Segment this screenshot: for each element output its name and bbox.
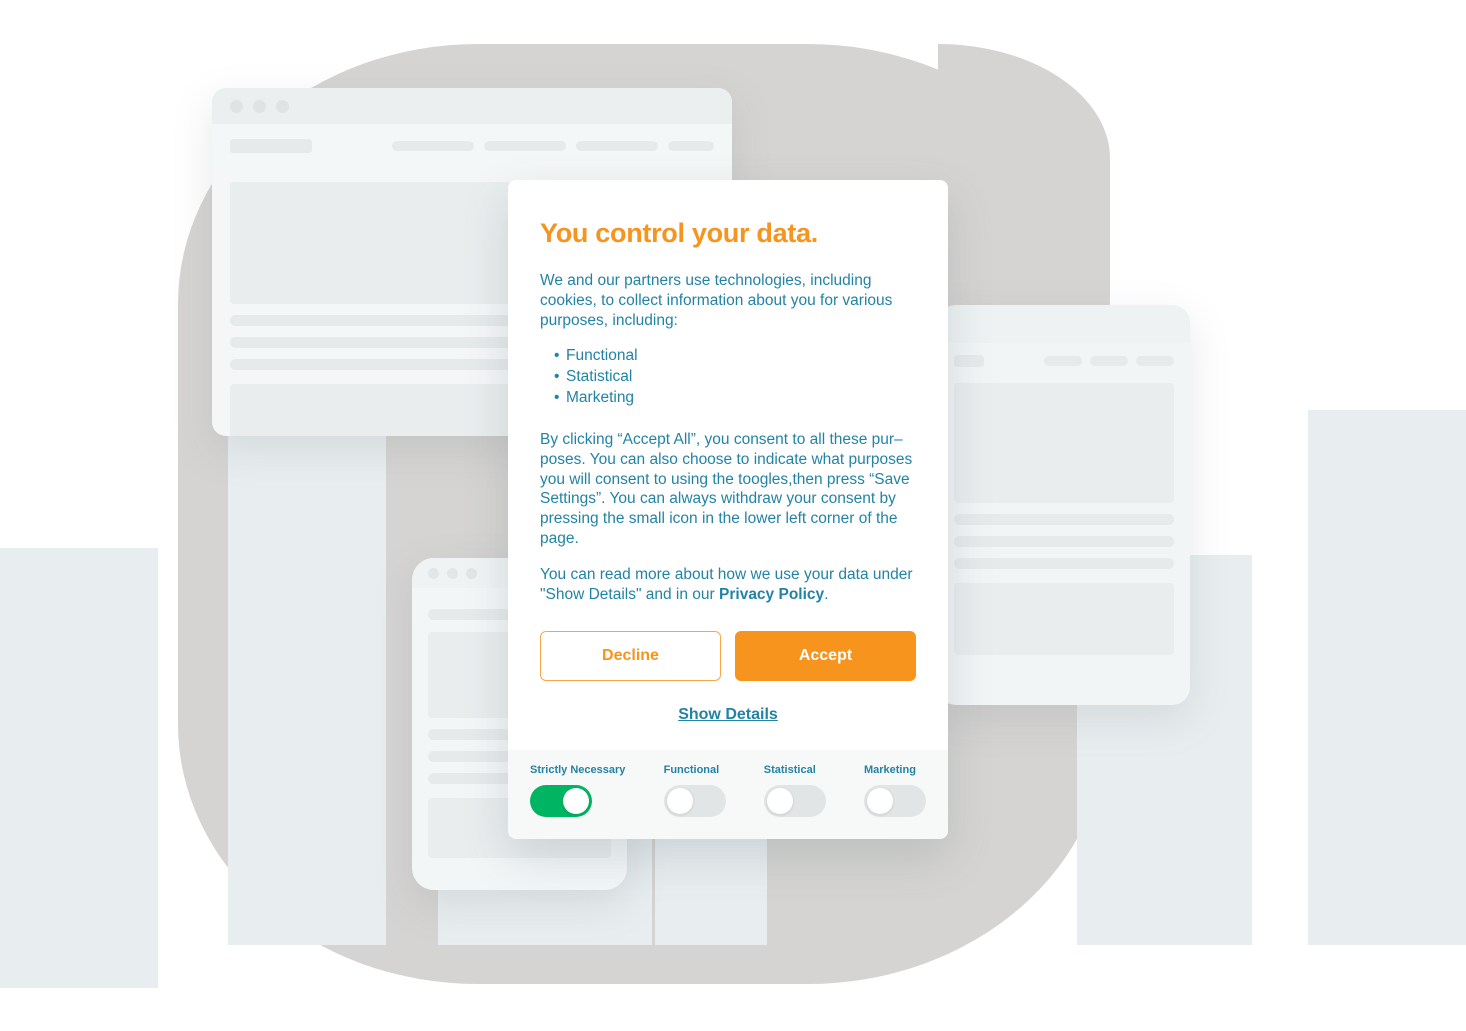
skeleton-logo [230,139,312,153]
skeleton-text-line [954,558,1174,569]
window-dot-icon [253,99,266,113]
browser-titlebar [212,88,732,124]
toggle-cell-statistical: Statistical [763,763,826,817]
tablet-topbar [938,305,1190,343]
skeleton-nav-pill [1090,356,1128,366]
consent-paragraph: By clicking “Accept All”, you consent to… [540,430,913,548]
window-dot-icon [428,567,439,579]
toggle-cell-strictly-necessary: Strictly Necessary [530,764,625,817]
window-dot-icon [447,567,458,579]
background-rectangle-far-right [1308,410,1466,945]
page-title: You control your data. [540,218,818,248]
background-rectangle-left [0,548,158,988]
toggle-knob [563,787,589,814]
toggle-knob [866,787,893,814]
skeleton-text-line [954,536,1174,547]
skeleton-cta-button [668,141,714,151]
tablet-navbar-skeleton [938,343,1190,379]
action-button-row: Decline Accept [540,630,916,681]
window-dot-icon [230,99,243,113]
toggle-cell-functional: Functional [663,763,726,817]
privacy-policy-link[interactable]: Privacy Policy [719,586,824,603]
illustration-canvas: You control your data. We and our partne… [0,0,1466,1031]
accept-button[interactable]: Accept [735,630,916,681]
list-item: Marketing [554,388,918,408]
tablet-mockup [938,305,1190,705]
consent-toggle-strip: Strictly Necessary Functional Statistica… [508,749,948,839]
tablet-content-skeleton [938,379,1190,655]
skeleton-text-line [954,514,1174,525]
window-dot-icon [276,99,289,113]
toggle-label: Statistical [763,763,816,776]
toggle-label: Strictly Necessary [530,763,626,776]
background-rectangle-mid-left [228,420,386,945]
toggle-label: Functional [663,763,720,776]
window-dot-icon [466,567,477,579]
list-item: Statistical [554,367,918,387]
skeleton-nav-pill [1136,356,1174,366]
skeleton-content-block [954,583,1174,655]
details-paragraph-suffix: . [824,585,829,603]
skeleton-nav-pill [1044,356,1082,366]
browser-navbar-skeleton [212,124,732,168]
purposes-list: Functional Statistical Marketing [540,346,918,407]
skeleton-logo [954,355,984,367]
toggle-knob [766,787,793,814]
skeleton-nav-pill [392,141,474,151]
skeleton-hero-block [954,383,1174,503]
toggle-marketing[interactable] [863,784,926,817]
cookie-consent-card: You control your data. We and our partne… [508,180,948,839]
toggle-label: Marketing [863,763,916,776]
decline-button[interactable]: Decline [540,630,721,681]
skeleton-nav-pill [576,141,658,151]
details-paragraph: You can read more about how we use your … [540,565,918,605]
skeleton-nav-pill [484,141,566,151]
toggle-statistical[interactable] [763,784,826,817]
toggle-strictly-necessary[interactable] [530,784,592,817]
list-item: Functional [554,346,918,366]
show-details-link[interactable]: Show Details [538,706,918,724]
toggle-knob [666,787,693,814]
toggle-cell-marketing: Marketing [863,763,926,817]
intro-paragraph: We and our partners use technologies, in… [540,272,893,329]
toggle-functional[interactable] [663,784,726,817]
consent-card-body: You control your data. We and our partne… [508,180,948,750]
